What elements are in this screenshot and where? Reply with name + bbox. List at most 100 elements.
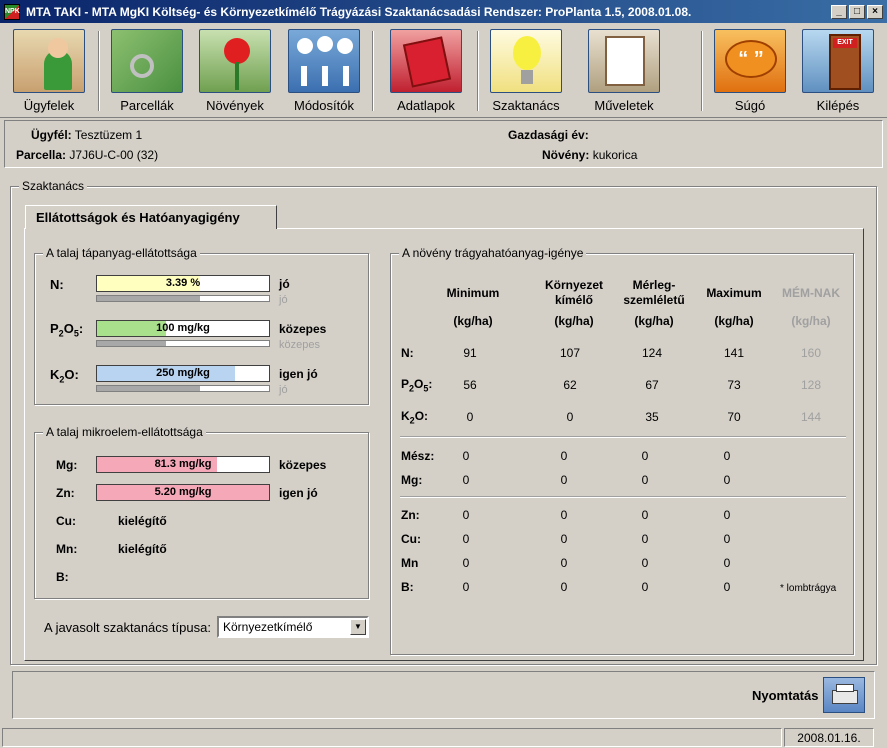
cell-n-min: 91 xyxy=(463,346,477,360)
micro-bar-zn: 5.20 mg/kg xyxy=(96,484,270,501)
nutrient-subbar-n xyxy=(96,295,270,302)
checklist-icon xyxy=(588,29,660,93)
cell-p-min: 56 xyxy=(463,378,477,392)
cell-k-env: 0 xyxy=(566,410,574,424)
gauges-icon xyxy=(288,29,360,93)
cell-zn-min: 0 xyxy=(462,508,470,522)
nutrient-sublevel-n: jó xyxy=(279,294,288,306)
col-unit-balance: (kg/ha) xyxy=(634,314,674,328)
cell-k-memnak: 144 xyxy=(800,410,822,424)
advice-type-select[interactable]: Környezetkímélő ▼ xyxy=(217,616,369,638)
parcels-button[interactable]: Parcellák xyxy=(103,29,191,115)
col-header-minimum: Minimum xyxy=(446,286,500,300)
year-info: Gazdasági év: xyxy=(508,128,589,142)
row-label-k2o: K2O: xyxy=(401,409,429,426)
nutrient-sublevel-k2o: jó xyxy=(279,384,288,396)
micro-level-mg: közepes xyxy=(279,458,327,472)
notebook-icon xyxy=(390,29,462,93)
cell-mg-bal: 0 xyxy=(641,473,649,487)
micro-value-cu: kielégítő xyxy=(118,514,167,528)
col-header-memnak: MÉM-NAK xyxy=(782,286,840,300)
close-button[interactable]: × xyxy=(867,4,883,19)
parcel-value: J7J6U-C-00 (32) xyxy=(69,148,159,162)
row-label-b: B: xyxy=(401,580,414,594)
speech-bubble-icon: “ ” xyxy=(714,29,786,93)
micro-label-cu: Cu: xyxy=(56,514,76,528)
col-unit-env: (kg/ha) xyxy=(554,314,594,328)
print-button[interactable] xyxy=(823,677,865,713)
divider xyxy=(400,496,846,498)
nutrient-label-k2o: K2O: xyxy=(50,367,79,385)
row-label-cu: Cu: xyxy=(401,532,421,546)
exit-button[interactable]: EXIT Kilépés xyxy=(794,29,882,115)
datasheets-button[interactable]: Adatlapok xyxy=(382,29,470,115)
nutrient-sublevel-p2o5: közepes xyxy=(279,339,320,351)
cell-k-max: 70 xyxy=(727,410,741,424)
nutrient-bar-n: 3.39 % xyxy=(96,275,270,292)
nutrient-bar-k2o: 250 mg/kg xyxy=(96,365,270,382)
cell-p-max: 73 xyxy=(727,378,741,392)
toolbar-separator xyxy=(98,31,100,111)
cell-b-bal: 0 xyxy=(641,580,649,594)
toolbar-separator xyxy=(701,31,703,111)
cell-b-max: 0 xyxy=(723,580,731,594)
help-button[interactable]: “ ” Súgó xyxy=(706,29,794,115)
col-header-maximum: Maximum xyxy=(706,286,762,300)
status-cell-main xyxy=(2,728,782,747)
cell-cu-max: 0 xyxy=(723,532,731,546)
micro-label-zn: Zn: xyxy=(56,486,75,500)
cell-lime-max: 0 xyxy=(723,449,731,463)
nutrient-subbar-p2o5 xyxy=(96,340,270,347)
operations-button[interactable]: Műveletek xyxy=(580,29,668,115)
tab-supply-and-demand[interactable]: Ellátottságok és Hatóanyagigény xyxy=(25,205,277,229)
cell-mg-min: 0 xyxy=(462,473,470,487)
micro-label-mg: Mg: xyxy=(56,458,78,472)
cell-p-env: 62 xyxy=(563,378,577,392)
col-unit-minimum: (kg/ha) xyxy=(453,314,493,328)
toolbar-separator xyxy=(372,31,374,111)
cell-zn-env: 0 xyxy=(560,508,568,522)
plant-info: Növény: kukorica xyxy=(542,148,638,162)
cell-mg-max: 0 xyxy=(723,473,731,487)
cell-lime-min: 0 xyxy=(462,449,470,463)
flower-icon xyxy=(199,29,271,93)
row-label-lime: Mész: xyxy=(401,449,435,463)
maximize-button[interactable]: □ xyxy=(849,4,865,19)
cell-n-bal: 124 xyxy=(641,346,663,360)
window-title: MTA TAKI - MTA MgKI Költség- és Környeze… xyxy=(26,4,692,19)
cell-b-env: 0 xyxy=(560,580,568,594)
modifiers-button[interactable]: Módosítók xyxy=(280,29,368,115)
cell-zn-bal: 0 xyxy=(641,508,649,522)
print-label: Nyomtatás xyxy=(752,688,819,703)
status-bar: 2008.01.16. xyxy=(0,726,887,748)
cell-k-min: 0 xyxy=(466,410,474,424)
exit-door-icon: EXIT xyxy=(802,29,874,93)
footnote: * lombtrágya xyxy=(780,583,837,594)
nutrient-bar-p2o5: 100 mg/kg xyxy=(96,320,270,337)
chevron-down-icon[interactable]: ▼ xyxy=(350,619,366,635)
nutrient-label-n: N: xyxy=(50,277,64,292)
printer-icon xyxy=(832,690,858,704)
col-unit-maximum: (kg/ha) xyxy=(714,314,754,328)
cell-n-env: 107 xyxy=(559,346,581,360)
cell-mn-min: 0 xyxy=(462,556,470,570)
micro-label-mn: Mn: xyxy=(56,542,78,556)
cell-lime-bal: 0 xyxy=(641,449,649,463)
row-label-mn: Mn xyxy=(401,556,419,570)
plants-button[interactable]: Növények xyxy=(191,29,279,115)
cell-mn-max: 0 xyxy=(723,556,731,570)
main-toolbar: Ügyfelek Parcellák Növények Módosítók Ad… xyxy=(0,23,887,118)
advice-button[interactable]: Szaktanács xyxy=(482,29,570,115)
micro-level-zn: igen jó xyxy=(279,486,318,500)
client-value: Tesztüzem 1 xyxy=(74,128,143,142)
cell-cu-env: 0 xyxy=(560,532,568,546)
minimize-button[interactable]: _ xyxy=(831,4,847,19)
col-header-balance: Mérleg-szemléletű xyxy=(623,278,685,307)
nutrient-level-n: jó xyxy=(279,277,290,291)
toolbar-separator xyxy=(477,31,479,111)
field-map-icon xyxy=(111,29,183,93)
micro-bar-mg: 81.3 mg/kg xyxy=(96,456,270,473)
cell-mg-env: 0 xyxy=(560,473,568,487)
nutrient-label-p2o5: P2O5: xyxy=(50,321,84,339)
clients-button[interactable]: Ügyfelek xyxy=(5,29,93,115)
